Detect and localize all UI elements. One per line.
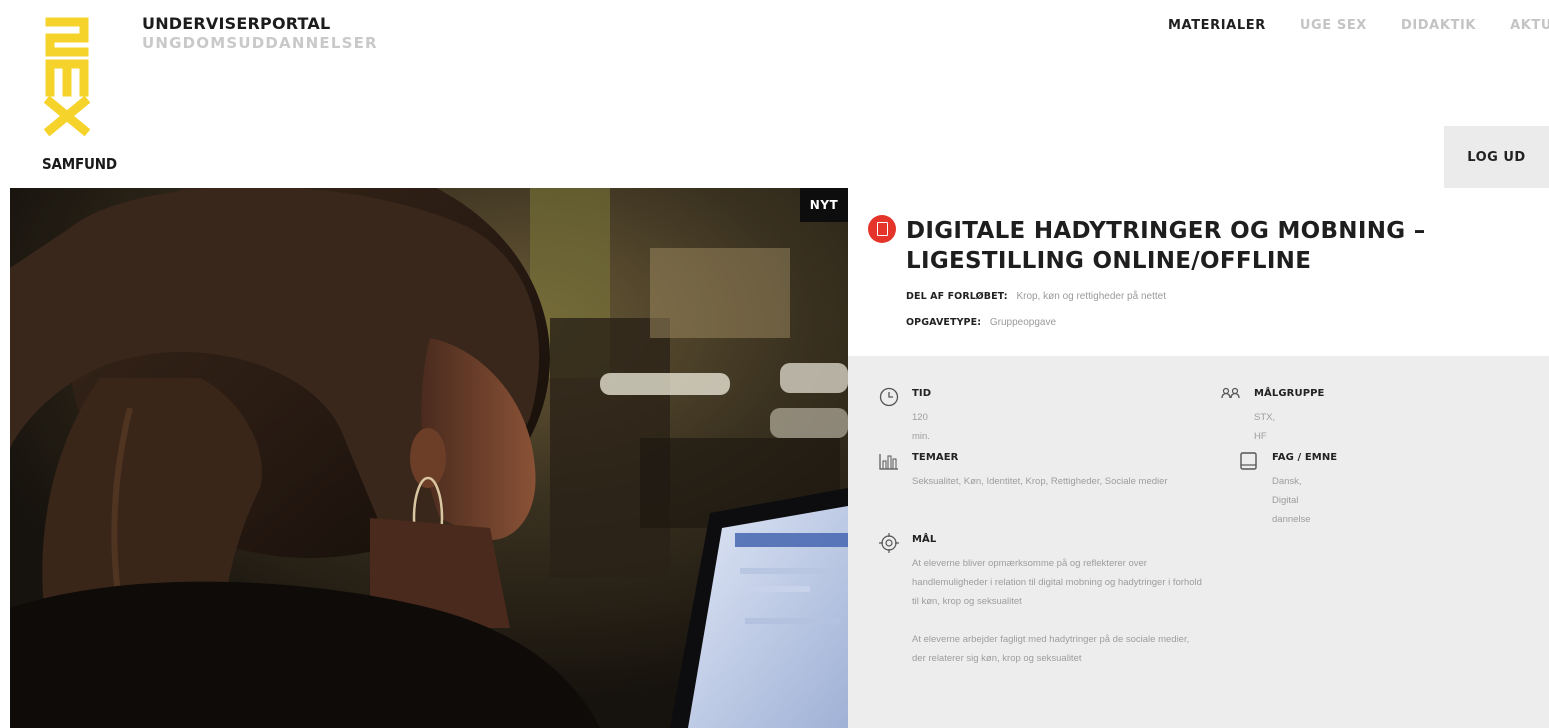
tid-label: TID [912,388,932,399]
mal-value: At eleverne bliver opmærksomme på og ref… [912,554,1202,687]
logo-samfund-text: SAMFUND [42,155,117,173]
material-details: TID 120 min. MÅLGRUPPE STX, HF TEMAER Se… [848,356,1549,728]
material-header: DIGITALE HADYTRINGER OG MOBNING – LIGEST… [848,188,1549,356]
tasktype-value: Gruppeopgave [989,317,1057,328]
hero-photo [10,188,848,728]
temaer-label: TEMAER [912,452,959,463]
fag-label: FAG / EMNE [1272,452,1338,463]
sex-logo-icon [44,17,90,136]
book-icon [1240,452,1257,470]
tid-value: 120 min. [912,412,930,442]
mal-label: MÅL [912,534,937,545]
document-icon [868,215,896,243]
malgruppe-label: MÅLGRUPPE [1254,388,1325,399]
material-title: DIGITALE HADYTRINGER OG MOBNING – LIGEST… [906,218,1426,274]
logout-button[interactable]: LOG UD [1444,126,1549,188]
nav-item-uge-sex[interactable]: UGE SEX [1300,18,1367,33]
clock-icon [879,387,899,407]
course-label: DEL AF FORLØBET: [906,291,1008,302]
mal-paragraph: At eleverne arbejder fagligt med hadytri… [912,634,1190,664]
course-value[interactable]: Krop, køn og rettigheder på nettet [1016,291,1166,302]
main-navigation: MATERIALER UGE SEX DIDAKTIK AKTUELT [1168,18,1549,33]
malgruppe-value: STX, HF [1254,412,1276,442]
new-badge: NYT [800,188,848,222]
target-icon [879,533,899,553]
tasktype-label: OPGAVETYPE: [906,317,982,328]
portal-subtitle: UNGDOMSUDDANNELSER [142,34,378,52]
course-meta: DEL AF FORLØBET: Krop, køn og rettighede… [906,291,1166,302]
nav-item-materialer[interactable]: MATERIALER [1168,18,1266,33]
tasktype-meta: OPGAVETYPE: Gruppeopgave [906,317,1056,328]
hero-image: NYT [10,188,848,728]
nav-item-didaktik[interactable]: DIDAKTIK [1401,18,1476,33]
portal-title: UNDERVISERPORTAL [142,14,331,33]
mal-paragraph: At eleverne bliver opmærksomme på og ref… [912,558,1202,607]
temaer-value: Seksualitet, Køn, Identitet, Krop, Retti… [912,476,1168,487]
bar-chart-icon [879,454,898,470]
fag-value: Dansk, Digital dannelse [1272,476,1311,525]
portal-heading[interactable]: UNDERVISERPORTAL UNGDOMSUDDANNELSER [142,14,378,52]
nav-item-aktuelt[interactable]: AKTUELT [1510,18,1549,33]
sex-samfund-logo[interactable]: SAMFUND [42,16,124,173]
group-icon [1221,387,1240,399]
